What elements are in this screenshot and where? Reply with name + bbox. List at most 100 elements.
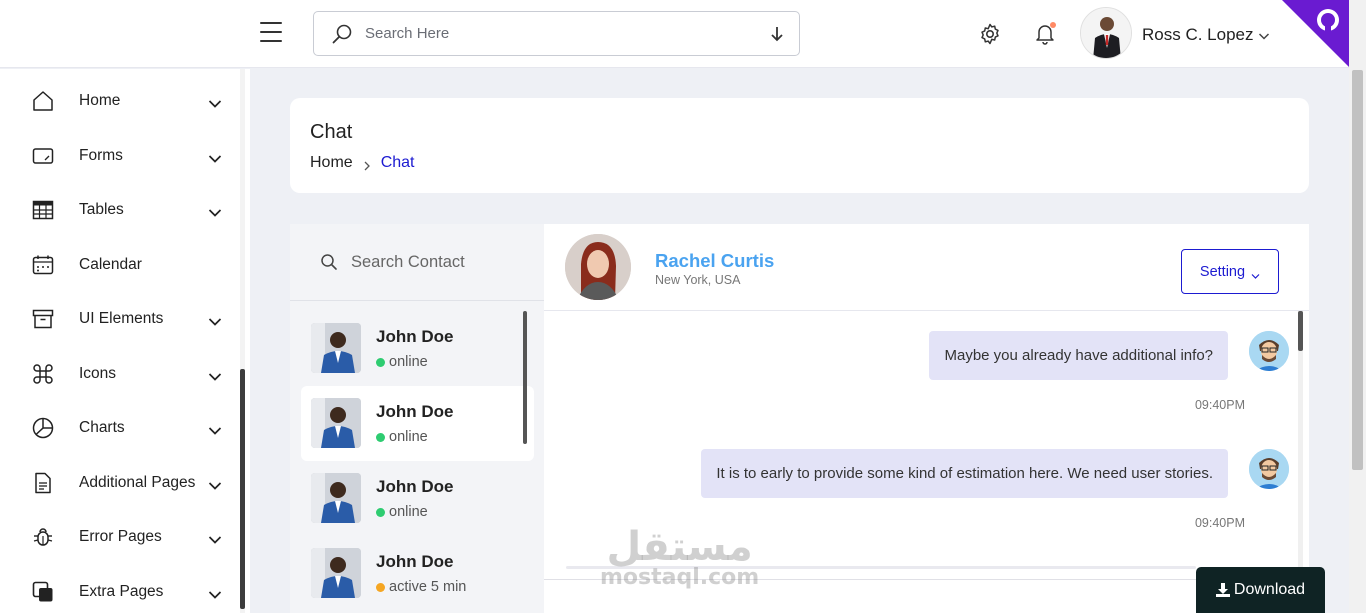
message-timestamp: 09:40PM	[1194, 516, 1245, 530]
chevron-down-icon[interactable]	[208, 532, 222, 544]
sidebar-item-icons[interactable]: Icons	[30, 359, 230, 389]
chevron-down-icon[interactable]	[208, 205, 222, 217]
notification-bell-icon[interactable]	[1033, 21, 1057, 45]
message-timestamp: 09:40PM	[1194, 398, 1245, 412]
sidebar-item-label: Error Pages	[79, 528, 162, 545]
contact-item[interactable]: John Doe online	[301, 311, 534, 386]
contact-search[interactable]	[290, 224, 544, 301]
download-button[interactable]: Download	[1196, 567, 1325, 613]
chat-message-bubble: Maybe you already have additional info?	[929, 331, 1228, 380]
contact-name: John Doe	[376, 402, 454, 421]
user-name[interactable]: Ross C. Lopez	[1142, 25, 1254, 45]
chevron-right-icon	[363, 158, 371, 171]
setting-button[interactable]: Setting	[1181, 249, 1279, 294]
table-icon	[30, 197, 56, 223]
menu-toggle-icon[interactable]	[260, 22, 282, 42]
sidebar-item-error-pages[interactable]: Error Pages	[30, 522, 230, 552]
sidebar-item-label: Forms	[79, 147, 123, 164]
archive-icon	[30, 306, 56, 332]
chat-card: John Doe online John Doe online John Doe…	[290, 224, 1309, 613]
chat-contact-location: New York, USA	[655, 273, 741, 287]
chat-input-divider	[544, 579, 1294, 580]
contact-avatar	[311, 548, 361, 598]
command-icon	[30, 361, 56, 387]
contact-avatar	[311, 473, 361, 523]
chevron-down-icon[interactable]	[208, 423, 222, 435]
page-scrollbar[interactable]	[1349, 0, 1366, 613]
breadcrumb: Home Chat	[310, 154, 414, 172]
sidebar-item-forms[interactable]: Forms	[30, 141, 230, 171]
gear-icon[interactable]	[978, 22, 1002, 46]
search-icon	[320, 253, 338, 271]
contact-status: active 5 min	[376, 579, 466, 595]
status-dot	[376, 507, 385, 517]
chat-contact-name[interactable]: Rachel Curtis	[655, 250, 774, 272]
sidebar-item-charts[interactable]: Charts	[30, 413, 230, 443]
contact-list-scrollbar[interactable]	[523, 311, 527, 444]
contact-item[interactable]: John Doe online	[301, 386, 534, 461]
contact-name: John Doe	[376, 477, 454, 496]
search-input[interactable]	[365, 25, 769, 42]
form-icon	[30, 143, 56, 169]
download-icon	[1215, 583, 1230, 597]
chevron-down-icon[interactable]	[208, 587, 222, 599]
page-title: Chat	[310, 121, 353, 143]
message-sender-avatar	[1249, 449, 1289, 489]
contact-name: John Doe	[376, 327, 454, 346]
breadcrumb-card: Chat Home Chat	[290, 98, 1309, 193]
sidebar-item-label: Tables	[79, 201, 124, 218]
top-bar: Ross C. Lopez	[0, 0, 1366, 68]
calendar-icon	[30, 252, 56, 278]
sidebar-item-home[interactable]: Home	[30, 86, 230, 116]
arrow-down-icon[interactable]	[769, 25, 785, 43]
contact-panel: John Doe online John Doe online John Doe…	[290, 224, 544, 613]
chevron-down-icon[interactable]	[208, 96, 222, 108]
sidebar-item-label: Additional Pages	[79, 474, 196, 491]
chat-contact-avatar	[565, 234, 631, 300]
sidebar-item-additional-pages[interactable]: Additional Pages	[30, 468, 230, 498]
contact-avatar	[311, 398, 361, 448]
sidebar-item-ui-elements[interactable]: UI Elements	[30, 304, 230, 334]
github-corner-icon[interactable]	[1282, 0, 1350, 68]
chevron-down-icon[interactable]	[208, 478, 222, 490]
contact-status: online	[376, 504, 428, 520]
chat-panel: Rachel Curtis New York, USA Setting Mayb…	[544, 224, 1309, 613]
home-icon	[30, 88, 56, 114]
status-dot	[376, 357, 385, 367]
sidebar-item-label: Charts	[79, 419, 125, 436]
sidebar-item-label: Calendar	[79, 256, 142, 273]
contact-item[interactable]: John Doe online	[301, 461, 534, 536]
sidebar-item-label: Extra Pages	[79, 583, 164, 600]
breadcrumb-current: Chat	[380, 154, 415, 171]
breadcrumb-home-link[interactable]: Home	[310, 154, 353, 172]
sidebar-item-calendar[interactable]: Calendar	[30, 250, 230, 280]
notification-dot	[1050, 22, 1056, 28]
chat-message-bubble: It is to early to provide some kind of e…	[701, 449, 1228, 498]
contact-search-input[interactable]	[351, 252, 521, 272]
status-dot	[376, 432, 385, 442]
global-search[interactable]	[313, 11, 800, 56]
chevron-down-icon[interactable]	[1258, 28, 1270, 40]
contact-status: online	[376, 429, 428, 445]
sidebar-item-extra-pages[interactable]: Extra Pages	[30, 577, 230, 607]
contact-item[interactable]: John Doe active 5 min	[301, 536, 534, 611]
chevron-down-icon[interactable]	[208, 314, 222, 326]
chat-header: Rachel Curtis New York, USA Setting	[544, 224, 1309, 311]
status-dot	[376, 582, 385, 592]
layers-icon	[30, 579, 56, 605]
sidebar-scrollbar[interactable]	[240, 69, 245, 613]
user-avatar[interactable]	[1080, 7, 1132, 59]
search-icon	[331, 23, 353, 45]
bug-icon	[30, 524, 56, 550]
sidebar-item-label: Home	[79, 92, 121, 109]
contact-status: online	[376, 354, 428, 370]
pie-chart-icon	[30, 415, 56, 441]
sidebar-item-tables[interactable]: Tables	[30, 195, 230, 225]
contact-avatar	[311, 323, 361, 373]
sidebar-item-label: Icons	[79, 365, 117, 382]
message-sender-avatar	[1249, 331, 1289, 371]
document-icon	[30, 470, 56, 496]
chevron-down-icon[interactable]	[208, 151, 222, 163]
chat-message-bubble	[566, 566, 1196, 569]
chevron-down-icon[interactable]	[208, 369, 222, 381]
